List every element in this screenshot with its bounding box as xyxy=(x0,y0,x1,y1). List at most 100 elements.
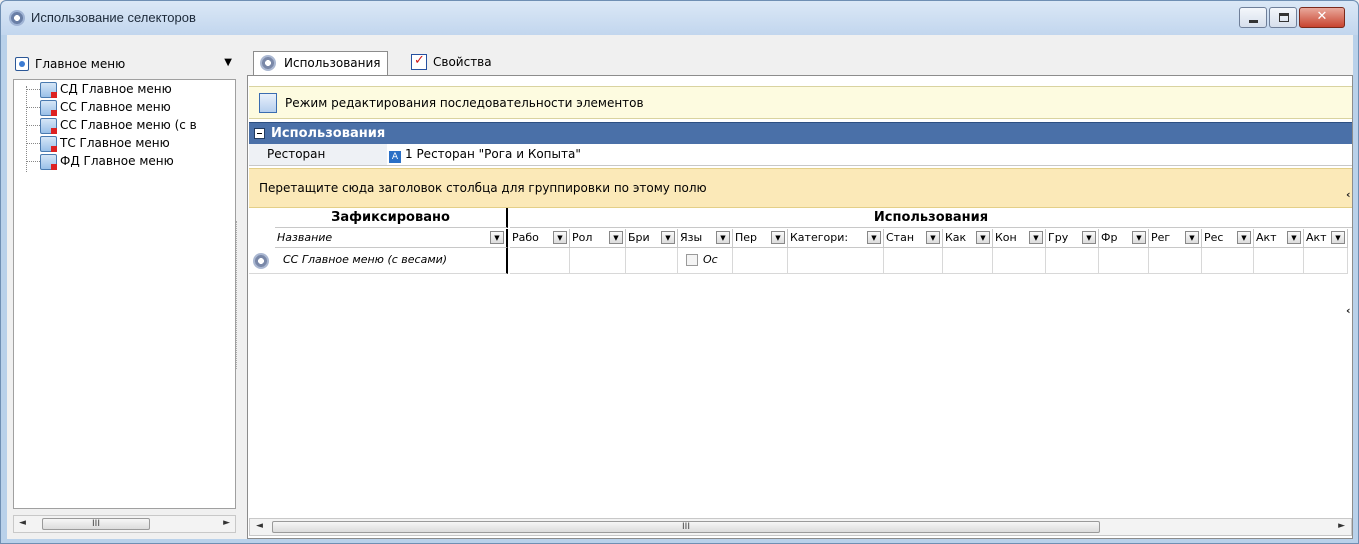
restaurant-icon: A xyxy=(389,151,401,163)
pane-splitter[interactable] xyxy=(236,221,242,369)
cell[interactable] xyxy=(733,248,788,274)
column-header[interactable]: Пер ▼ xyxy=(733,229,788,248)
column-header-label: Бри xyxy=(628,231,650,244)
gear-icon xyxy=(260,55,276,71)
cell[interactable] xyxy=(943,248,993,274)
column-header[interactable]: Как ▼ xyxy=(943,229,993,248)
title-bar[interactable]: Использование селекторов ✕ xyxy=(1,1,1358,35)
column-header-label: Акт xyxy=(1306,231,1327,244)
combo-value: Главное меню xyxy=(35,57,126,71)
column-header[interactable]: Акт ▼ xyxy=(1304,229,1348,248)
column-filter-icon[interactable]: ▼ xyxy=(1029,231,1043,244)
column-filter-icon[interactable]: ▼ xyxy=(926,231,940,244)
app-window: Использование селекторов ✕ Главное меню … xyxy=(0,0,1359,544)
scroll-left-icon[interactable]: ◄ xyxy=(256,521,263,531)
menu-tree: СД Главное меню СС Главное меню СС Главн… xyxy=(13,79,236,509)
collapse-side-icon[interactable]: ‹ xyxy=(1346,304,1351,317)
tree-horizontal-scrollbar[interactable]: ◄ III ► xyxy=(13,515,236,533)
maximize-button[interactable] xyxy=(1269,7,1297,28)
row-checkbox[interactable] xyxy=(686,254,698,266)
language-value: Ос xyxy=(703,253,718,266)
cell[interactable] xyxy=(1099,248,1149,274)
tab-usages[interactable]: Использования xyxy=(253,51,388,75)
cell[interactable] xyxy=(570,248,626,274)
cell[interactable] xyxy=(510,248,570,274)
group-by-drop-zone[interactable]: Перетащите сюда заголовок столбца для гр… xyxy=(249,168,1352,208)
column-header[interactable]: Рол ▼ xyxy=(570,229,626,248)
column-filter-icon[interactable]: ▼ xyxy=(1185,231,1199,244)
collapse-icon[interactable] xyxy=(254,128,265,139)
column-filter-icon[interactable]: ▼ xyxy=(661,231,675,244)
column-filter-icon[interactable]: ▼ xyxy=(609,231,623,244)
column-filter-icon[interactable]: ▼ xyxy=(867,231,881,244)
column-filter-icon[interactable]: ▼ xyxy=(1082,231,1096,244)
right-pane: Использования Свойства Режим редактирова… xyxy=(247,35,1353,539)
cell[interactable] xyxy=(1046,248,1099,274)
column-filter-icon[interactable]: ▼ xyxy=(490,231,504,244)
column-header[interactable]: Рес ▼ xyxy=(1202,229,1254,248)
band-header-usages[interactable]: Использования xyxy=(510,208,1352,228)
tree-item-label: СД Главное меню xyxy=(60,82,172,96)
tree-item-label: ТС Главное меню xyxy=(60,136,170,150)
column-header-label: Язы xyxy=(680,231,703,244)
scroll-thumb[interactable]: III xyxy=(272,521,1100,533)
language-cell[interactable]: Ос xyxy=(678,248,733,274)
column-header[interactable]: Язы ▼ xyxy=(678,229,733,248)
column-filter-icon[interactable]: ▼ xyxy=(1331,231,1345,244)
column-header[interactable]: Акт ▼ xyxy=(1254,229,1304,248)
scroll-right-icon[interactable]: ► xyxy=(223,518,230,528)
table-row[interactable]: СС Главное меню (с весами) Ос xyxy=(249,248,1352,274)
tab-properties[interactable]: Свойства xyxy=(407,51,498,75)
cell[interactable] xyxy=(884,248,943,274)
band-header-fixed[interactable]: Зафиксировано xyxy=(275,208,508,228)
cell[interactable] xyxy=(993,248,1046,274)
dropdown-arrow-icon[interactable]: ▼ xyxy=(224,57,232,68)
restaurant-property-row[interactable]: Ресторан A 1 Ресторан "Рога и Копыта" xyxy=(249,144,1352,166)
cell[interactable] xyxy=(626,248,678,274)
tab-label: Использования xyxy=(284,56,381,70)
column-header-name[interactable]: Название ▼ xyxy=(275,229,508,248)
sequence-edit-icon xyxy=(259,93,277,113)
column-header[interactable]: Фр ▼ xyxy=(1099,229,1149,248)
scroll-left-icon[interactable]: ◄ xyxy=(19,518,26,528)
column-filter-icon[interactable]: ▼ xyxy=(1132,231,1146,244)
cell[interactable] xyxy=(788,248,884,274)
column-header-label: Рабо xyxy=(512,231,539,244)
drop-zone-text: Перетащите сюда заголовок столбца для гр… xyxy=(259,181,707,195)
minimize-button[interactable] xyxy=(1239,7,1267,28)
column-header[interactable]: Гру ▼ xyxy=(1046,229,1099,248)
tree-item-label: СС Главное меню xyxy=(60,100,171,114)
column-header-label: Фр xyxy=(1101,231,1118,244)
column-filter-icon[interactable]: ▼ xyxy=(716,231,730,244)
menu-selector-combo[interactable]: Главное меню ▼ xyxy=(13,55,236,75)
column-header[interactable]: Рабо ▼ xyxy=(510,229,570,248)
usages-group-header[interactable]: Использования xyxy=(249,122,1352,144)
column-header[interactable]: Категори: ▼ xyxy=(788,229,884,248)
grid-horizontal-scrollbar[interactable]: ◄ III ► xyxy=(249,518,1352,536)
column-header[interactable]: Бри ▼ xyxy=(626,229,678,248)
column-filter-icon[interactable]: ▼ xyxy=(771,231,785,244)
scroll-left-band-icon[interactable]: ‹ xyxy=(1346,188,1351,201)
cell[interactable] xyxy=(1149,248,1202,274)
maximize-icon xyxy=(1279,13,1289,22)
column-filter-icon[interactable]: ▼ xyxy=(1237,231,1251,244)
column-header[interactable]: Рег ▼ xyxy=(1149,229,1202,248)
property-value-text: 1 Ресторан "Рога и Копыта" xyxy=(405,147,581,161)
column-filter-icon[interactable]: ▼ xyxy=(553,231,567,244)
scroll-thumb[interactable]: III xyxy=(42,518,150,530)
tree-item-label: ФД Главное меню xyxy=(60,154,174,168)
name-cell[interactable]: СС Главное меню (с весами) xyxy=(275,248,508,274)
usages-panel: Режим редактирования последовательности … xyxy=(247,75,1353,539)
column-header-label: Название xyxy=(277,231,333,244)
close-button[interactable]: ✕ xyxy=(1299,7,1345,28)
scroll-right-icon[interactable]: ► xyxy=(1338,521,1345,531)
column-filter-icon[interactable]: ▼ xyxy=(976,231,990,244)
cell[interactable] xyxy=(1202,248,1254,274)
column-header[interactable]: Кон ▼ xyxy=(993,229,1046,248)
column-header-label: Рег xyxy=(1151,231,1171,244)
cell[interactable] xyxy=(1254,248,1304,274)
column-header[interactable]: Стан ▼ xyxy=(884,229,943,248)
column-filter-icon[interactable]: ▼ xyxy=(1287,231,1301,244)
property-value[interactable]: A 1 Ресторан "Рога и Копыта" xyxy=(389,147,581,163)
cell[interactable] xyxy=(1304,248,1348,274)
